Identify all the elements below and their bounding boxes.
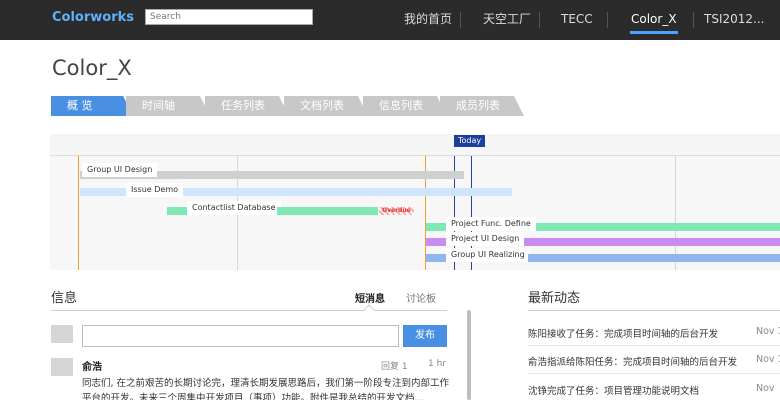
nav-separator — [607, 12, 608, 28]
nav-sky-factory[interactable]: 天空工厂 — [483, 0, 531, 40]
gantt-bar-project-func-define[interactable] — [426, 223, 446, 231]
active-nav-indicator — [630, 31, 678, 34]
gantt-bar-project-ui-design[interactable] — [524, 238, 780, 246]
brand-logo[interactable]: Colorworks — [52, 10, 134, 25]
tab-task-list[interactable]: 任务列表 — [205, 96, 289, 116]
nav-color-x[interactable]: Color_X — [631, 0, 677, 40]
subtab-short-messages[interactable]: 短消息 — [355, 290, 385, 305]
news-item[interactable]: 陈阳接收了任务：完成项目时间轴的后台开发 — [528, 326, 718, 340]
divider — [51, 310, 447, 311]
tab-document-list[interactable]: 文档列表 — [284, 96, 368, 116]
news-date: Nov 1 — [756, 354, 780, 365]
timeline-header — [50, 134, 780, 156]
message-author[interactable]: 俞浩 — [82, 358, 102, 373]
avatar — [51, 325, 73, 343]
tab-timeline[interactable]: 时间轴 — [126, 96, 210, 116]
gantt-label: Group UI Realizing — [446, 248, 530, 262]
news-item[interactable]: 俞浩指派给陈阳任务：完成项目时间轴的后台开发 — [528, 354, 737, 368]
tab-message-list[interactable]: 信息列表 — [363, 96, 447, 116]
grid-line — [675, 156, 676, 270]
nav-separator — [460, 12, 461, 28]
message-input[interactable] — [82, 325, 399, 347]
news-date: Nov — [756, 383, 775, 394]
message-body-line: 同志们, 在之前艰苦的长期讨论完，理清长期发展思路后，我们第一阶段专注到内部工作 — [82, 378, 450, 389]
nav-tecc[interactable]: TECC — [561, 0, 593, 40]
gantt-bar-group-ui-realizing[interactable] — [528, 254, 780, 262]
news-item[interactable]: 沈铮完成了任务：项目管理功能说明文档 — [528, 383, 699, 397]
today-marker: Today — [454, 135, 486, 147]
gantt-label: Project Func. Define — [446, 217, 536, 231]
gantt-bar-contactlist-database[interactable] — [277, 207, 378, 215]
subtab-discussion-board[interactable]: 讨论板 — [406, 290, 436, 305]
news-section-title: 最新动态 — [528, 291, 581, 306]
avatar — [51, 358, 73, 376]
nav-separator — [693, 12, 694, 28]
gantt-bar-project-func-define[interactable] — [536, 223, 780, 231]
gantt-bar-contactlist-database[interactable] — [167, 207, 187, 215]
timeline-gantt: Today Group UI Design Issue Demo Contact… — [50, 134, 780, 270]
top-navigation-bar: Colorworks 我的首页 天空工厂 TECC Color_X TSI201… — [0, 0, 780, 40]
scrollbar[interactable] — [467, 310, 471, 400]
tab-member-list[interactable]: 成员列表 — [440, 96, 524, 116]
nav-my-home[interactable]: 我的首页 — [404, 0, 452, 40]
nav-tsi2012[interactable]: TSI2012... — [704, 0, 764, 40]
milestone-line — [78, 156, 79, 270]
divider — [528, 373, 780, 374]
news-date: Nov 1 — [756, 326, 780, 337]
active-subtab-pointer — [363, 304, 375, 316]
nav-separator — [539, 12, 540, 28]
gantt-label: Issue Demo — [126, 183, 183, 197]
divider — [528, 310, 780, 311]
overdue-badge: Overdue — [379, 207, 414, 215]
divider — [528, 345, 780, 346]
tab-overview[interactable]: 概 览 — [51, 96, 133, 116]
post-button[interactable]: 发布 — [403, 325, 447, 347]
gantt-label: Group UI Design — [82, 163, 158, 177]
gantt-label: Project UI Design — [446, 232, 525, 246]
gantt-bar-group-ui-realizing[interactable] — [426, 254, 446, 262]
message-reply-count[interactable]: 回复 1 — [381, 359, 408, 372]
search-input[interactable] — [145, 9, 313, 25]
message-body-line: 平台的开发。未来三个周集中开发项目（事项）功能。附件是我总结的开发文档... — [82, 393, 424, 400]
gantt-bar-project-ui-design[interactable] — [426, 238, 446, 246]
message-time: 1 hr — [428, 359, 446, 369]
gantt-label: Contactlist Database — [187, 201, 281, 215]
page-title: Color_X — [52, 56, 132, 80]
info-section-title: 信息 — [51, 291, 78, 306]
